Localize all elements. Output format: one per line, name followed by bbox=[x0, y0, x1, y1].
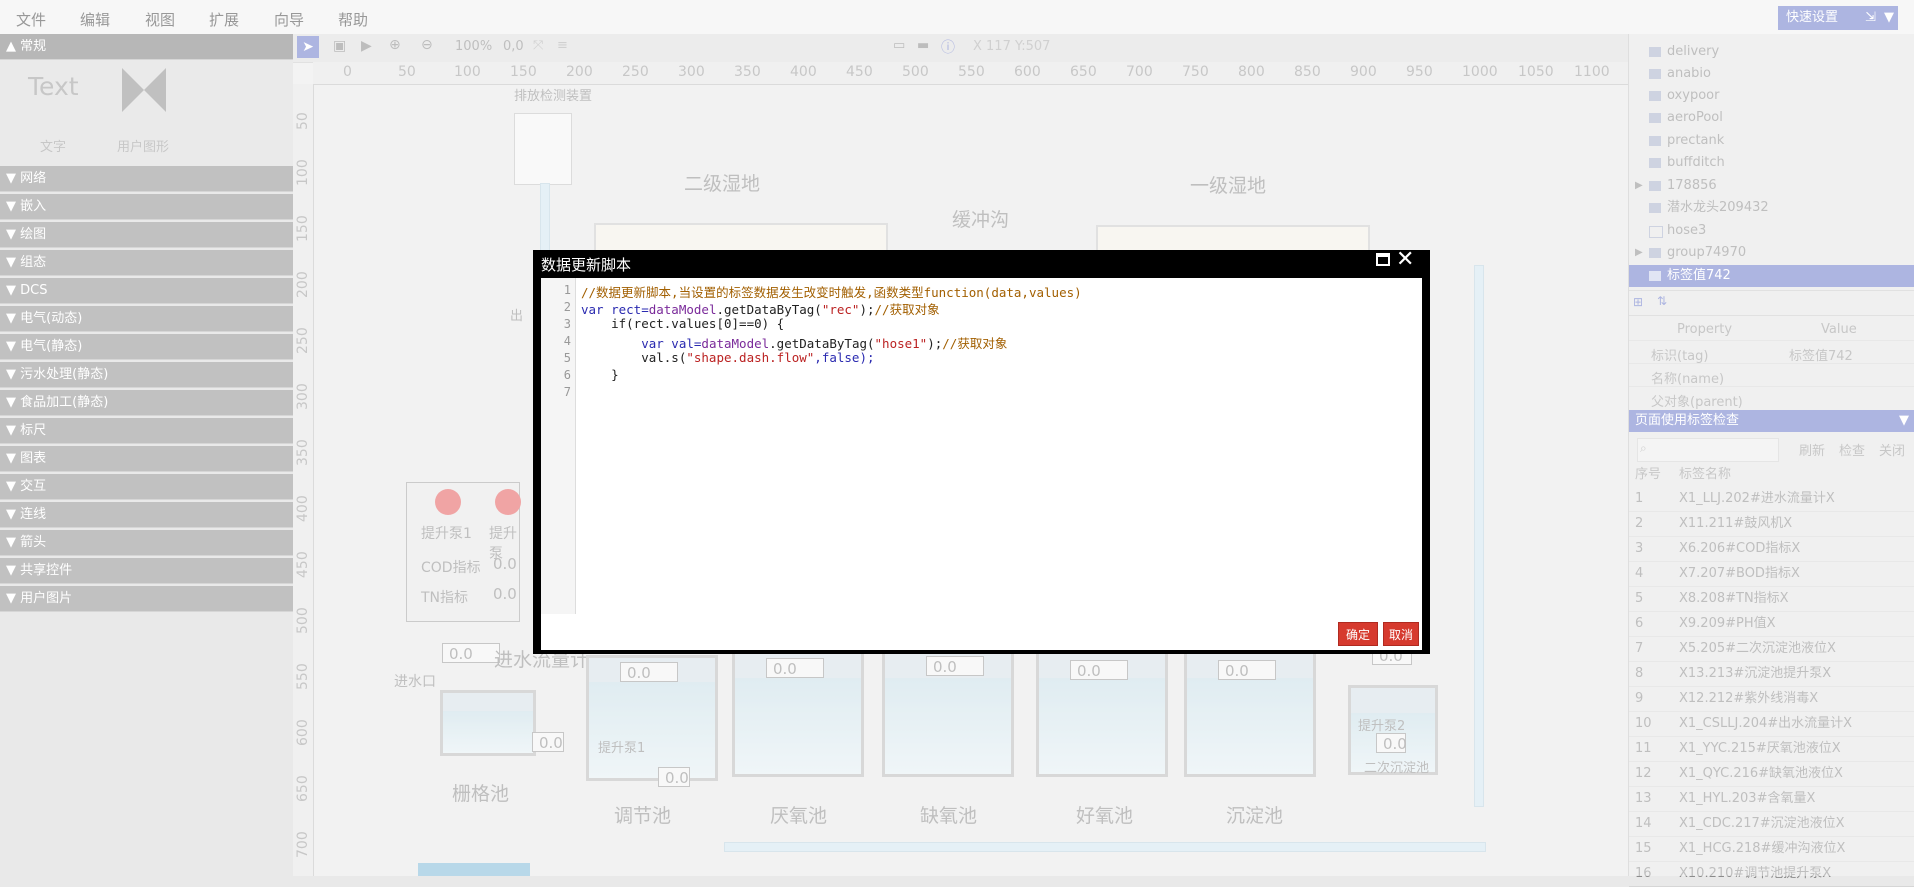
cancel-button[interactable]: 取消 bbox=[1383, 622, 1419, 646]
maximize-icon[interactable] bbox=[1376, 253, 1390, 266]
code-line[interactable]: val.s("shape.dash.flow",false); bbox=[581, 350, 874, 365]
line-number: 6 bbox=[563, 368, 571, 382]
line-number: 2 bbox=[563, 300, 571, 314]
dialog-footer: 确定 取消 bbox=[541, 614, 1422, 650]
code-editor[interactable]: 1 2 3 4 5 6 7 //数据更新脚本,当设置的标签数据发生改变时触发,函… bbox=[541, 278, 1422, 614]
ok-button[interactable]: 确定 bbox=[1338, 622, 1378, 646]
dialog-title: 数据更新脚本 bbox=[541, 256, 632, 274]
line-number: 4 bbox=[563, 334, 571, 348]
code-line[interactable]: } bbox=[581, 367, 619, 382]
line-number-gutter: 1 2 3 4 5 6 7 bbox=[541, 278, 576, 614]
line-number: 3 bbox=[563, 317, 571, 331]
line-number: 1 bbox=[563, 283, 571, 297]
line-number: 7 bbox=[563, 385, 571, 399]
script-dialog: 数据更新脚本 ✕ 1 2 3 4 5 6 7 //数据更新脚本,当设置的标签数据… bbox=[533, 249, 1430, 654]
close-icon[interactable]: ✕ bbox=[1396, 249, 1414, 271]
line-number: 5 bbox=[563, 351, 571, 365]
code-line[interactable]: if(rect.values[0]==0) { bbox=[581, 316, 784, 331]
